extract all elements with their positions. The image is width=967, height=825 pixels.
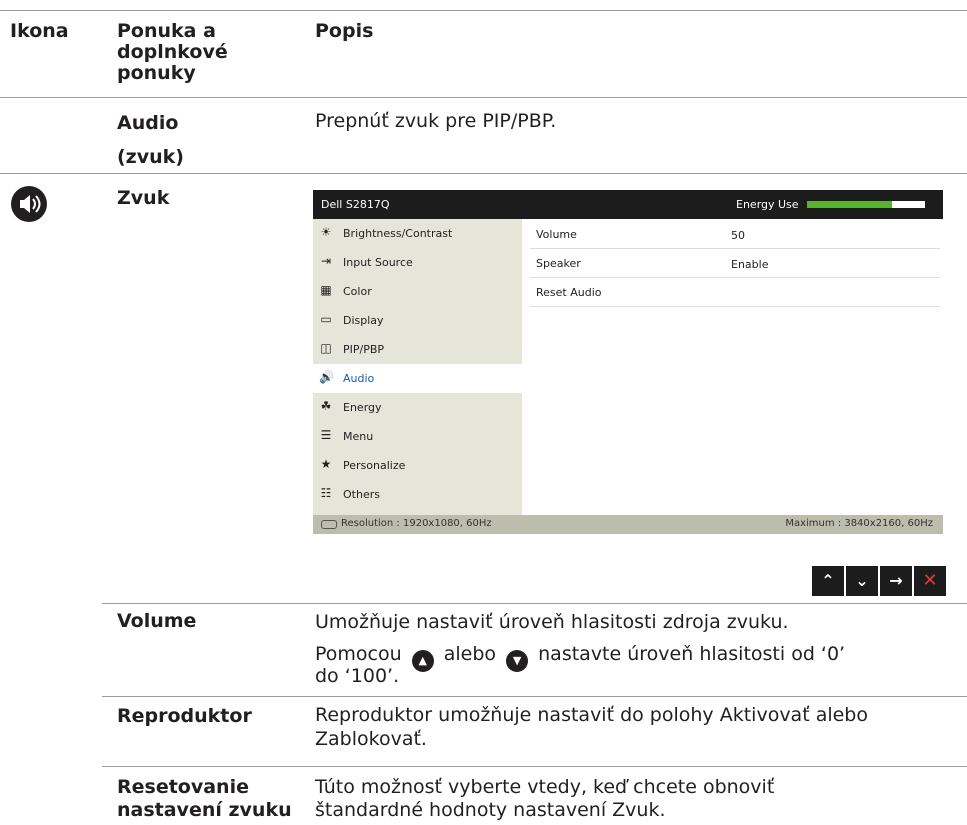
osd-menu-label: Energy (343, 401, 382, 414)
header-icon-col: Ikona (10, 20, 69, 42)
energy-meter-fill (807, 201, 892, 208)
volume-desc-line1: Umožňuje nastaviť úroveň hlasitosti zdro… (315, 611, 789, 633)
header-rule (0, 97, 967, 98)
osd-menu-label: PIP/PBP (343, 343, 385, 356)
osd-menu-item-brightness-contrast[interactable]: ☀ Brightness/Contrast (313, 219, 522, 248)
reproduktor-label: Reproduktor (117, 705, 252, 727)
input-source-icon: ⇥ (320, 254, 332, 268)
osd-menu-item-energy[interactable]: ☘ Energy (313, 393, 522, 422)
reset-label-line1: Resetovanie (117, 776, 249, 798)
volume-desc-line3: do ‘100’. (315, 665, 400, 687)
audio-label: Audio (zvuk) (117, 112, 184, 168)
reproduktor-desc-line1: Reproduktor umožňuje nastaviť do polohy … (315, 704, 868, 726)
osd-setting-volume[interactable]: Volume 50 (530, 219, 940, 249)
volume-bottom-rule (102, 696, 967, 697)
osd-menu-label: Audio (343, 372, 375, 385)
energy-icon: ☘ (320, 399, 332, 413)
osd-setting-value: Enable (731, 258, 769, 271)
osd-setting-label: Reset Audio (536, 286, 602, 299)
osd-menu-label: Color (343, 285, 372, 298)
others-icon: ☷ (320, 486, 332, 500)
volume-label: Volume (117, 610, 197, 632)
header-desc-col: Popis (315, 20, 374, 42)
color-icon: ▦ (320, 283, 332, 297)
osd-menu-item-display[interactable]: ▭ Display (313, 306, 522, 335)
down-button[interactable]: ⌄ (846, 566, 878, 596)
osd-menu-label: Menu (343, 430, 374, 443)
osd-menu-label: Personalize (343, 459, 406, 472)
energy-use-label: Energy Use (736, 198, 799, 211)
osd-menu-item-pip-pbp[interactable]: ◫ PIP/PBP (313, 335, 522, 364)
osd-main-menu: ☀ Brightness/Contrast ⇥ Input Source ▦ Color ▭… (313, 219, 522, 515)
osd-setting-label: Speaker (536, 257, 581, 270)
audio-desc: Prepnúť zvuk pre PIP/PBP. (315, 110, 557, 132)
zvuk-label: Zvuk (117, 187, 170, 209)
enter-button[interactable]: → (880, 566, 912, 596)
osd-setting-reset-audio[interactable]: Reset Audio (530, 277, 940, 307)
osd-submenu: Volume 50 Speaker Enable Reset Audio (522, 219, 943, 515)
down-circle-icon: ▼ (506, 650, 529, 672)
audio-rule (0, 173, 967, 174)
osd-setting-value: 50 (731, 229, 745, 242)
header-menu-col: Ponuka a doplnkové ponuky (117, 20, 228, 84)
osd-menu-label: Others (343, 488, 380, 501)
exit-button[interactable]: ✕ (914, 566, 946, 596)
up-button[interactable]: ⌃ (812, 566, 844, 596)
reproduktor-desc-line2: Zablokovať. (315, 728, 427, 750)
resolution-icon (321, 520, 337, 529)
energy-meter (807, 201, 925, 208)
osd-menu-item-audio[interactable]: 🔊 Audio (313, 364, 522, 393)
star-icon: ★ (320, 457, 332, 471)
osd-status-bar: Resolution : 1920x1080, 60Hz Maximum : 3… (313, 515, 943, 534)
osd-setting-label: Volume (536, 228, 577, 241)
osd-menu-label: Brightness/Contrast (343, 227, 453, 240)
pip-icon: ◫ (320, 341, 332, 355)
reset-label-line2: nastavení zvuku (117, 799, 292, 821)
up-circle-icon: ▲ (411, 650, 434, 672)
osd-title-bar: Dell S2817Q Energy Use (313, 190, 943, 219)
volume-top-rule (102, 603, 967, 604)
osd-menu-label: Display (343, 314, 384, 327)
audio-icon: 🔊 (319, 370, 334, 384)
osd-setting-speaker[interactable]: Speaker Enable (530, 248, 940, 278)
top-rule (0, 10, 967, 11)
volume-desc-pre: Pomocou (315, 643, 402, 665)
osd-title: Dell S2817Q (321, 198, 390, 211)
resolution-text: Resolution : 1920x1080, 60Hz (341, 518, 492, 529)
osd-screenshot: Dell S2817Q Energy Use ☀ Brightness/Contr… (313, 190, 943, 534)
osd-menu-item-input-source[interactable]: ⇥ Input Source (313, 248, 522, 277)
reproduktor-bottom-rule (102, 766, 967, 767)
menu-icon: ☰ (320, 428, 332, 442)
osd-menu-item-menu[interactable]: ☰ Menu (313, 422, 522, 451)
maximum-text: Maximum : 3840x2160, 60Hz (785, 518, 933, 529)
reset-desc-line2: štandardné hodnoty nastavení Zvuk. (315, 799, 666, 821)
osd-menu-item-personalize[interactable]: ★ Personalize (313, 451, 522, 480)
speaker-icon (11, 186, 47, 222)
osd-menu-item-color[interactable]: ▦ Color (313, 277, 522, 306)
osd-menu-item-others[interactable]: ☷ Others (313, 480, 522, 509)
osd-menu-label: Input Source (343, 256, 413, 269)
display-icon: ▭ (320, 312, 332, 326)
reset-desc-line1: Túto možnosť vyberte vtedy, keď chcete o… (315, 776, 775, 798)
volume-desc-post: nastavte úroveň hlasitosti od ‘0’ (538, 643, 846, 665)
brightness-icon: ☀ (320, 225, 332, 239)
volume-desc-mid: alebo (443, 643, 497, 665)
